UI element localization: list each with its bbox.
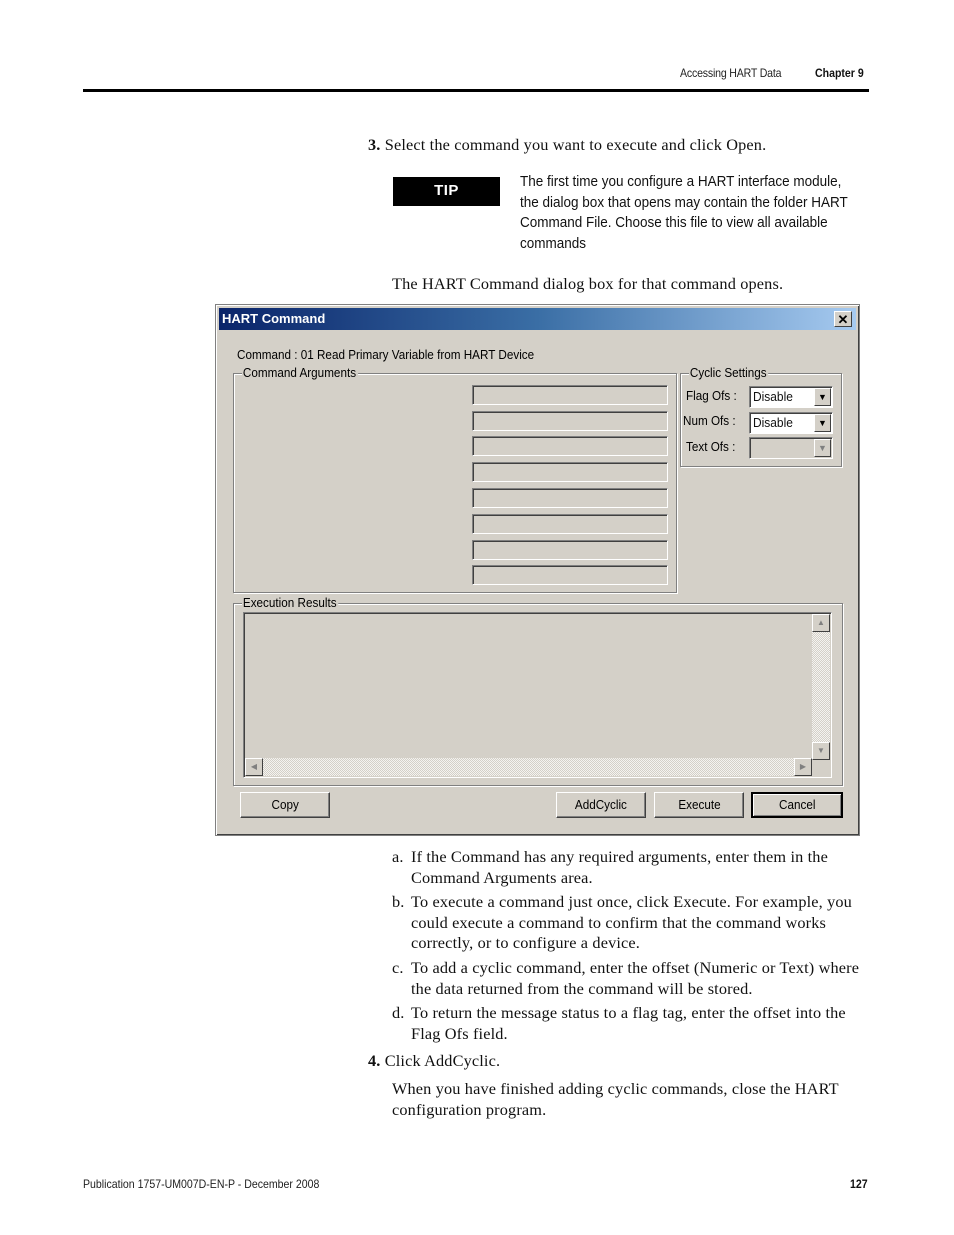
sub-step-text: To execute a command just once, click Ex… <box>411 892 852 952</box>
dialog-title: HART Command <box>222 311 326 326</box>
header-rule <box>83 89 869 92</box>
flag-ofs-value: Disable <box>753 389 793 404</box>
command-label: Command : 01 Read Primary Variable from … <box>237 347 535 362</box>
copy-button-label: Copy <box>271 797 299 812</box>
chevron-down-icon[interactable]: ▼ <box>814 414 831 432</box>
argument-field-3[interactable] <box>472 436 668 456</box>
step-text: Click AddCyclic. <box>384 1051 501 1070</box>
arrow-left-icon: ◀ <box>250 762 258 771</box>
arrow-right-icon: ▶ <box>799 762 807 771</box>
tip-text: The first time you configure a HART inte… <box>520 173 848 252</box>
closing-text: When you have finished adding cyclic com… <box>392 1079 839 1119</box>
argument-field-6[interactable] <box>472 514 668 534</box>
running-header-chapter: Chapter 9 <box>815 66 864 80</box>
title-bar[interactable]: HART Command ✕ <box>219 308 856 330</box>
execute-button-label: Execute <box>677 797 721 812</box>
sub-step-text: To return the message status to a flag t… <box>411 1003 846 1043</box>
chevron-down-icon: ▼ <box>814 439 831 457</box>
tip-badge: TIP <box>393 177 500 206</box>
argument-field-2[interactable] <box>472 411 668 431</box>
step-text: Select the command you want to execute a… <box>384 135 767 154</box>
command-arguments-group: Command Arguments <box>233 365 677 593</box>
close-button[interactable]: ✕ <box>834 311 852 327</box>
num-ofs-label: Num Ofs : <box>683 413 736 428</box>
copy-button[interactable]: Copy <box>240 792 330 818</box>
argument-field-1[interactable] <box>472 385 668 405</box>
cancel-button[interactable]: Cancel <box>751 792 843 818</box>
step-3: 3. Select the command you want to execut… <box>368 135 766 156</box>
sub-step-text: If the Command has any required argument… <box>411 847 828 887</box>
add-cyclic-button[interactable]: AddCyclic <box>556 792 646 818</box>
horizontal-scrollbar[interactable]: ◀ ▶ <box>245 758 812 776</box>
sub-step-b: b. To execute a command just once, click… <box>392 892 872 954</box>
add-cyclic-button-label: AddCyclic <box>574 797 628 812</box>
arrow-up-icon: ▲ <box>817 618 825 627</box>
argument-field-5[interactable] <box>472 488 668 508</box>
argument-field-8[interactable] <box>472 565 668 585</box>
scroll-right-button[interactable]: ▶ <box>794 758 812 776</box>
step-4: 4. Click AddCyclic. <box>368 1051 500 1072</box>
chevron-down-icon[interactable]: ▼ <box>814 388 831 406</box>
cyclic-settings-legend: Cyclic Settings <box>689 365 769 380</box>
page-number: 127 <box>850 1177 868 1191</box>
sub-step-c: c. To add a cyclic command, enter the of… <box>392 958 872 999</box>
hart-command-dialog: HART Command ✕ Command : 01 Read Primary… <box>215 304 860 836</box>
vertical-scrollbar[interactable]: ▲ ▼ <box>812 614 830 760</box>
flag-ofs-label: Flag Ofs : <box>686 388 737 403</box>
text-ofs-label: Text Ofs : <box>686 439 736 454</box>
execution-results-legend: Execution Results <box>242 595 339 610</box>
sub-step-d: d. To return the message status to a fla… <box>392 1003 872 1044</box>
sub-step-letter: c. <box>392 958 404 977</box>
argument-field-7[interactable] <box>472 540 668 560</box>
num-ofs-value: Disable <box>753 415 793 430</box>
sub-step-letter: a. <box>392 847 404 866</box>
num-ofs-select[interactable]: Disable ▼ <box>749 412 833 434</box>
sub-step-text: To add a cyclic command, enter the offse… <box>411 958 860 998</box>
cancel-button-label: Cancel <box>778 797 816 812</box>
scroll-up-button[interactable]: ▲ <box>812 614 830 632</box>
scroll-left-button[interactable]: ◀ <box>245 758 263 776</box>
execution-results-textarea[interactable]: ▲ ▼ ◀ ▶ <box>243 612 832 778</box>
execute-button[interactable]: Execute <box>654 792 744 818</box>
flag-ofs-select[interactable]: Disable ▼ <box>749 386 833 408</box>
argument-field-4[interactable] <box>472 462 668 482</box>
sub-step-letter: b. <box>392 892 405 911</box>
step-number: 3. <box>368 135 381 154</box>
sub-step-letter: d. <box>392 1003 405 1022</box>
command-arguments-legend: Command Arguments <box>242 365 358 380</box>
footer-publication: Publication 1757-UM007D-EN-P - December … <box>83 1177 320 1191</box>
dialog-intro-text: The HART Command dialog box for that com… <box>392 274 784 293</box>
running-header-section: Accessing HART Data <box>680 66 782 80</box>
sub-step-a: a. If the Command has any required argum… <box>392 847 872 888</box>
arrow-down-icon: ▼ <box>817 746 825 755</box>
scroll-down-button[interactable]: ▼ <box>812 742 830 760</box>
text-ofs-select[interactable]: ▼ <box>749 437 833 459</box>
step-number: 4. <box>368 1051 381 1070</box>
close-icon: ✕ <box>837 312 849 327</box>
